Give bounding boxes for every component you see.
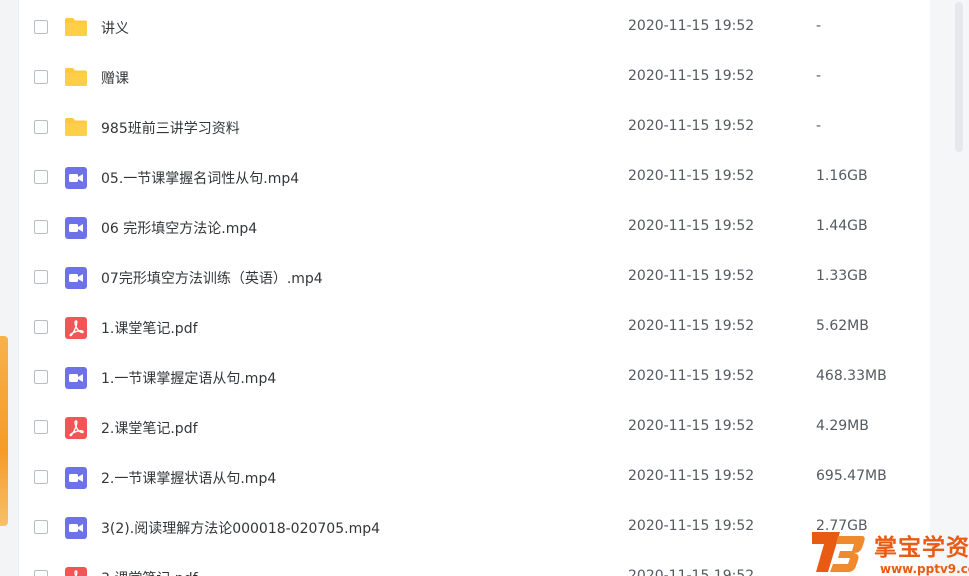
- sidebar-banner-edge: [0, 336, 8, 526]
- watermark: 掌宝学资网 www.pptv9.com: [808, 524, 969, 576]
- file-name[interactable]: 1.一节课掌握定语从句.mp4: [101, 368, 276, 388]
- file-name[interactable]: 06 完形填空方法论.mp4: [101, 218, 257, 238]
- row-checkbox[interactable]: [34, 420, 48, 434]
- file-modified-date: 2020-11-15 19:52: [628, 518, 755, 534]
- row-checkbox[interactable]: [34, 70, 48, 84]
- file-name[interactable]: 3(2).阅读理解方法论000018-020705.mp4: [101, 518, 380, 538]
- right-gutter: [930, 0, 969, 576]
- file-name[interactable]: 985班前三讲学习资料: [101, 118, 240, 138]
- file-size: 1.16GB: [816, 168, 868, 184]
- folder-icon: [64, 16, 88, 38]
- watermark-url: www.pptv9.com: [880, 562, 969, 576]
- file-row[interactable]: 赠课 2020-11-15 19:52 -: [19, 52, 931, 102]
- file-row[interactable]: 2.一节课掌握状语从句.mp4 2020-11-15 19:52 695.47MB: [19, 452, 931, 502]
- folder-icon: [64, 66, 88, 88]
- watermark-text: 掌宝学资网: [874, 535, 969, 561]
- file-name[interactable]: 2.课堂笔记.pdf: [101, 418, 198, 438]
- row-checkbox[interactable]: [34, 520, 48, 534]
- file-size: 1.33GB: [816, 268, 868, 284]
- app-page: 讲义 2020-11-15 19:52- 赠课 2020-11-15 19:52-98…: [0, 0, 969, 576]
- file-row[interactable]: 06 完形填空方法论.mp4 2020-11-15 19:52 1.44GB: [19, 202, 931, 252]
- file-size: 695.47MB: [816, 468, 887, 484]
- row-checkbox[interactable]: [34, 220, 48, 234]
- file-modified-date: 2020-11-15 19:52: [628, 168, 755, 184]
- row-checkbox[interactable]: [34, 320, 48, 334]
- file-modified-date: 2020-11-15 19:52: [628, 468, 755, 484]
- file-size: 468.33MB: [816, 368, 887, 384]
- video-file-icon: [64, 266, 88, 289]
- file-name[interactable]: 1.课堂笔记.pdf: [101, 318, 198, 338]
- file-list: 讲义 2020-11-15 19:52- 赠课 2020-11-15 19:52-98…: [18, 0, 931, 576]
- file-modified-date: 2020-11-15 19:52: [628, 418, 755, 434]
- file-size: 5.62MB: [816, 318, 869, 334]
- video-file-icon: [64, 166, 88, 189]
- file-modified-date: 2020-11-15 19:52: [628, 368, 755, 384]
- file-name[interactable]: 2.一节课掌握状语从句.mp4: [101, 468, 276, 488]
- file-row[interactable]: 985班前三讲学习资料 2020-11-15 19:52 -: [19, 102, 931, 152]
- scrollbar[interactable]: [955, 2, 963, 152]
- file-row[interactable]: 讲义 2020-11-15 19:52 -: [19, 2, 931, 52]
- file-name[interactable]: 07完形填空方法训练（英语）.mp4: [101, 268, 323, 288]
- file-name[interactable]: 讲义: [101, 18, 129, 38]
- file-modified-date: 2020-11-15 19:52: [628, 318, 755, 334]
- file-row[interactable]: 3.课堂笔记.pdf 2020-11-15 19:52: [19, 552, 931, 576]
- row-checkbox[interactable]: [34, 470, 48, 484]
- video-file-icon: [64, 366, 88, 389]
- file-row[interactable]: 07完形填空方法训练（英语）.mp4 2020-11-15 19:52 1.33GB: [19, 252, 931, 302]
- file-size: -: [816, 18, 822, 34]
- file-modified-date: 2020-11-15 19:52: [628, 218, 755, 234]
- file-row[interactable]: 2.课堂笔记.pdf 2020-11-15 19:52 4.29MB: [19, 402, 931, 452]
- file-row[interactable]: 05.一节课掌握名词性从句.mp4 2020-11-15 19:52 1.16GB: [19, 152, 931, 202]
- file-name[interactable]: 赠课: [101, 68, 129, 88]
- row-checkbox[interactable]: [34, 120, 48, 134]
- video-file-icon: [64, 216, 88, 239]
- pdf-file-icon: [64, 316, 88, 339]
- video-file-icon: [64, 516, 88, 539]
- watermark-logo-icon: [812, 532, 865, 572]
- file-name[interactable]: 3.课堂笔记.pdf: [101, 568, 198, 576]
- file-row[interactable]: 3(2).阅读理解方法论000018-020705.mp4 2020-11-15 …: [19, 502, 931, 552]
- file-size: 1.44GB: [816, 218, 868, 234]
- row-checkbox[interactable]: [34, 20, 48, 34]
- file-size: 4.29MB: [816, 418, 869, 434]
- file-size: -: [816, 68, 822, 84]
- file-name[interactable]: 05.一节课掌握名词性从句.mp4: [101, 168, 299, 188]
- file-row[interactable]: 1.课堂笔记.pdf 2020-11-15 19:52 5.62MB: [19, 302, 931, 352]
- folder-icon: [64, 116, 88, 138]
- row-checkbox[interactable]: [34, 170, 48, 184]
- file-modified-date: 2020-11-15 19:52: [628, 18, 755, 34]
- file-size: -: [816, 118, 822, 134]
- file-modified-date: 2020-11-15 19:52: [628, 268, 755, 284]
- row-checkbox[interactable]: [34, 570, 48, 576]
- row-checkbox[interactable]: [34, 270, 48, 284]
- row-checkbox[interactable]: [34, 370, 48, 384]
- pdf-file-icon: [64, 416, 88, 439]
- video-file-icon: [64, 466, 88, 489]
- file-row[interactable]: 1.一节课掌握定语从句.mp4 2020-11-15 19:52 468.33MB: [19, 352, 931, 402]
- pdf-file-icon: [64, 566, 88, 576]
- file-modified-date: 2020-11-15 19:52: [628, 568, 755, 576]
- file-modified-date: 2020-11-15 19:52: [628, 68, 755, 84]
- file-modified-date: 2020-11-15 19:52: [628, 118, 755, 134]
